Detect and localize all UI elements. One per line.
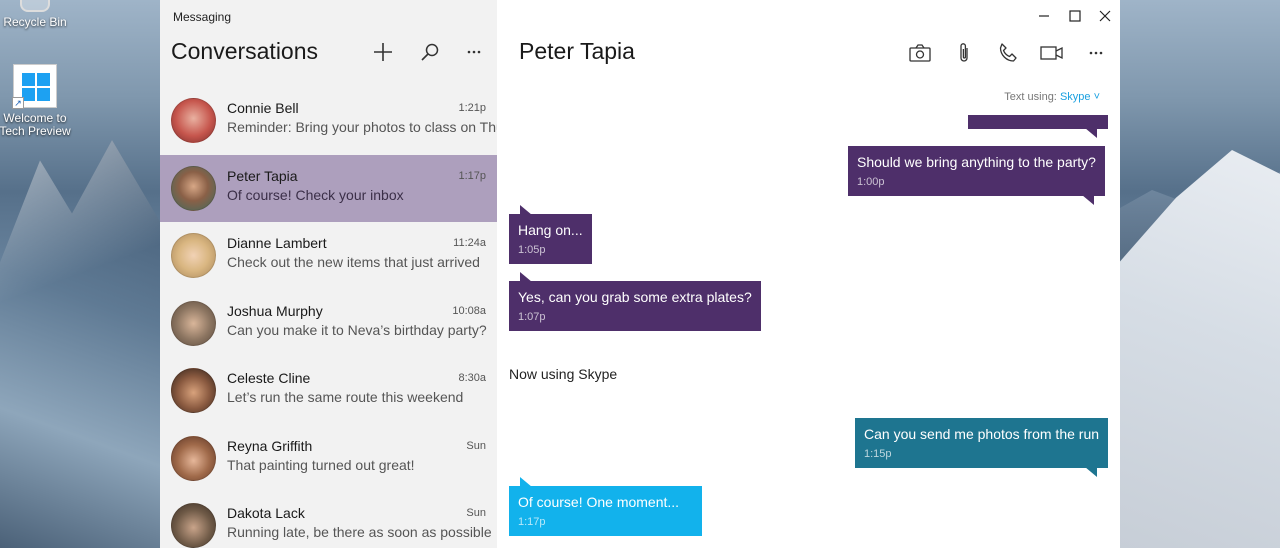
message-time: 1:07p bbox=[518, 311, 546, 323]
avatar bbox=[171, 368, 216, 413]
conversation-name: Celeste Cline bbox=[227, 370, 311, 386]
conversation-time: 8:30a bbox=[458, 372, 486, 384]
windows-logo-icon: ↗ bbox=[12, 64, 57, 109]
conversation-preview: Check out the new items that just arrive… bbox=[227, 254, 480, 270]
chat-contact-name: Peter Tapia bbox=[519, 38, 635, 64]
service-change-notice: Now using Skype bbox=[509, 366, 618, 382]
conversation-preview: Let’s run the same route this weekend bbox=[227, 389, 464, 405]
conversation-name: Dakota Lack bbox=[227, 505, 305, 521]
conversation-name: Reyna Griffith bbox=[227, 437, 313, 454]
desktop-wallpaper-left bbox=[0, 140, 160, 548]
minimize-button[interactable] bbox=[1032, 6, 1056, 26]
avatar bbox=[171, 300, 216, 346]
message-bubble-clipped bbox=[968, 115, 1108, 138]
app-title: Messaging bbox=[173, 10, 232, 24]
conversation-item-selected[interactable]: Peter Tapia 1:17p Of course! Check your … bbox=[160, 154, 497, 222]
service-name[interactable]: Skype bbox=[1060, 91, 1091, 103]
message-bubble-sent: Can you send me photos from the run 1:15… bbox=[855, 418, 1109, 477]
maximize-button[interactable] bbox=[1063, 6, 1087, 26]
conversations-pane: Messaging Conversations Connie Bell 1:21… bbox=[160, 0, 497, 548]
message-text: Yes, can you grab some extra plates? bbox=[518, 289, 752, 305]
conversation-item[interactable]: Dianne Lambert 11:24a Check out the new … bbox=[160, 222, 497, 290]
conversation-preview: That painting turned out great! bbox=[227, 456, 415, 473]
desktop-icon-welcome[interactable]: ↗ Welcome to Tech Preview bbox=[0, 64, 75, 138]
video-call-icon[interactable] bbox=[1039, 40, 1065, 66]
add-icon[interactable] bbox=[369, 38, 397, 66]
conversation-list: Connie Bell 1:21p Reminder: Bring your p… bbox=[160, 87, 497, 548]
messaging-window: Messaging Conversations Connie Bell 1:21… bbox=[160, 0, 1120, 548]
shortcut-arrow-icon: ↗ bbox=[12, 97, 24, 109]
avatar bbox=[171, 503, 216, 548]
message-text: Can you send me photos from the run bbox=[864, 426, 1100, 442]
conversation-item[interactable]: Dakota Lack Sun Running late, be there a… bbox=[160, 492, 497, 548]
desktop-icon-label: Welcome to Tech Preview bbox=[0, 111, 71, 138]
attach-icon[interactable] bbox=[951, 40, 977, 66]
conversation-preview: Running late, be there as soon as possib… bbox=[227, 524, 492, 540]
more-options-icon[interactable] bbox=[1083, 40, 1109, 66]
desktop-icon-label: Recycle Bin bbox=[3, 15, 67, 29]
avatar bbox=[171, 165, 216, 211]
conversation-name: Joshua Murphy bbox=[227, 302, 323, 319]
chat-pane: Peter Tapia Text using: Skype ˅ Should w… bbox=[497, 0, 1120, 548]
avatar bbox=[171, 435, 216, 481]
camera-icon[interactable] bbox=[907, 40, 933, 66]
message-bubble-sent: Should we bring anything to the party? 1… bbox=[848, 146, 1105, 205]
avatar bbox=[171, 98, 216, 143]
message-bubble-received: Yes, can you grab some extra plates? 1:0… bbox=[509, 272, 761, 331]
message-text: Of course! One moment... bbox=[518, 494, 680, 510]
message-text: Hang on... bbox=[518, 222, 583, 238]
message-bubble-received: Of course! One moment... 1:17p bbox=[509, 477, 702, 536]
conversation-time: 1:17p bbox=[458, 169, 486, 182]
text-using-label: Text using: bbox=[1004, 91, 1057, 103]
message-text: Should we bring anything to the party? bbox=[857, 154, 1096, 170]
conversation-time: Sun bbox=[466, 507, 486, 519]
more-icon[interactable] bbox=[460, 38, 488, 66]
conversation-item[interactable]: Reyna Griffith Sun That painting turned … bbox=[160, 425, 497, 493]
conversation-time: 1:21p bbox=[458, 102, 486, 114]
conversation-time: 11:24a bbox=[453, 237, 486, 249]
message-time: 1:15p bbox=[864, 448, 892, 460]
conversation-item[interactable]: Connie Bell 1:21p Reminder: Bring your p… bbox=[160, 87, 497, 155]
conversation-time: 10:08a bbox=[452, 304, 486, 317]
conversation-item[interactable]: Celeste Cline 8:30a Let’s run the same r… bbox=[160, 357, 497, 425]
close-button[interactable] bbox=[1093, 6, 1117, 26]
conversation-name: Connie Bell bbox=[227, 100, 299, 116]
message-bubble-received: Hang on... 1:05p bbox=[509, 205, 592, 264]
phone-icon[interactable] bbox=[995, 40, 1021, 66]
recycle-bin-icon bbox=[20, 0, 50, 12]
conversation-preview: Of course! Check your inbox bbox=[227, 186, 404, 203]
conversation-name: Peter Tapia bbox=[227, 167, 298, 184]
search-icon[interactable] bbox=[416, 38, 444, 66]
conversation-preview: Can you make it to Neva’s birthday party… bbox=[227, 321, 487, 338]
text-using-selector[interactable]: Text using: Skype ˅ bbox=[1004, 91, 1100, 103]
conversations-header: Conversations bbox=[171, 38, 319, 64]
avatar bbox=[171, 233, 216, 278]
chevron-down-icon: ˅ bbox=[1090, 91, 1100, 103]
conversation-preview: Reminder: Bring your photos to class on … bbox=[227, 119, 497, 135]
conversation-item[interactable]: Joshua Murphy 10:08a Can you make it to … bbox=[160, 290, 497, 358]
message-time: 1:05p bbox=[518, 244, 546, 256]
message-time: 1:00p bbox=[857, 176, 885, 188]
conversation-name: Dianne Lambert bbox=[227, 235, 327, 251]
conversation-time: Sun bbox=[466, 439, 486, 452]
desktop-icon-recycle-bin[interactable]: Recycle Bin bbox=[0, 0, 75, 29]
message-time: 1:17p bbox=[518, 516, 546, 528]
